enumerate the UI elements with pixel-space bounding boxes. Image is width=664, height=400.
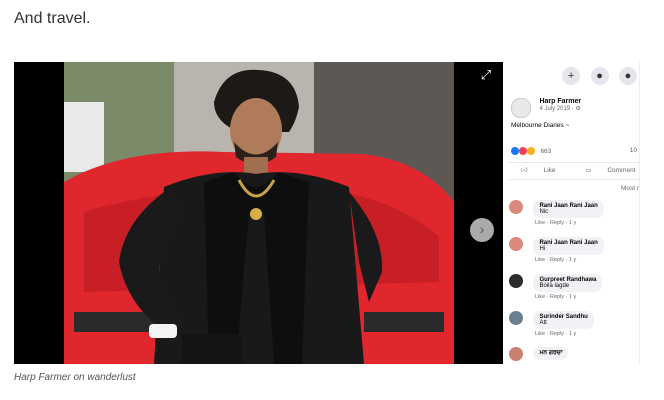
post-author: Harp Farmer 4 July 2019 · ⚙	[511, 98, 581, 118]
expand-icon[interactable]: ⤢	[479, 68, 493, 82]
author-name[interactable]: Harp Farmer	[539, 98, 581, 105]
comment-item: ਮਨ ਗਰਚਾ	[509, 347, 569, 364]
author-text: Harp Farmer 4 July 2019 · ⚙	[539, 98, 581, 112]
comment-bubble: Rani Jaan Rani Jaan Nic	[533, 200, 604, 218]
intro-text: And travel.	[14, 10, 91, 27]
commenter-avatar[interactable]	[509, 311, 523, 325]
comment-item: Gurpreet Randhawa Boila lagde Like · Rep…	[509, 274, 603, 300]
comment-text: Hi	[539, 246, 546, 252]
divider	[509, 179, 639, 180]
reaction-summary[interactable]: 663	[511, 147, 551, 155]
author-avatar[interactable]	[511, 98, 531, 118]
image-caption: Harp Farmer on wanderlust	[14, 372, 136, 383]
divider	[509, 162, 639, 163]
commenter-avatar[interactable]	[509, 200, 523, 214]
messenger-icon[interactable]: ●	[590, 67, 609, 85]
post-date[interactable]: 4 July 2019 · ⚙	[539, 105, 581, 112]
commenter-avatar[interactable]	[509, 237, 523, 251]
comment-meta[interactable]: Like · Reply · 1 y	[535, 220, 604, 226]
share-count[interactable]: 10	[630, 147, 637, 154]
haha-reaction-icon	[526, 147, 535, 155]
thumbs-up-icon: 👍︎	[521, 167, 530, 174]
like-reaction-icon	[511, 147, 519, 155]
comment-item: Rani Jaan Rani Jaan Hi Like · Reply · 1 …	[509, 237, 604, 263]
facebook-post-panel: + ● ● Harp Farmer 4 July 2019 · ⚙ Melbou…	[503, 62, 640, 364]
comment-bubble: Surinder Sandhu Att	[533, 311, 594, 329]
plus-icon[interactable]: +	[562, 67, 581, 85]
post-text: Melbourne Diaries ~	[511, 122, 570, 129]
comment-bubble: ਮਨ ਗਰਚਾ	[533, 347, 569, 360]
like-button[interactable]: 👍︎ Like	[521, 167, 570, 174]
commenter-avatar[interactable]	[509, 274, 523, 288]
top-icon-bar: + ● ●	[556, 66, 637, 85]
love-reaction-icon	[518, 147, 527, 155]
comment-item: Rani Jaan Rani Jaan Nic Like · Reply · 1…	[509, 200, 604, 226]
comment-meta[interactable]: Like · Reply · 1 y	[535, 294, 602, 300]
comment-bubble: Gurpreet Randhawa Boila lagde	[533, 274, 603, 292]
comment-button[interactable]: ▭ Comment	[585, 167, 639, 174]
post-actions: 👍︎ Like ▭ Comment ↗	[521, 166, 639, 174]
comment-text: Att	[539, 320, 547, 326]
comment-meta[interactable]: Like · Reply · 1 y	[535, 331, 594, 337]
comment-item: Surinder Sandhu Att Like · Reply · 1 y	[509, 311, 594, 337]
notifications-icon[interactable]: ●	[619, 67, 637, 85]
embedded-post-frame: ⤢ › + ● ● Harp Farmer 4 July 2019 · ⚙ Me…	[14, 62, 640, 364]
photo-viewer[interactable]: ⤢ ›	[14, 62, 503, 364]
comment-label: Comment	[607, 167, 636, 174]
comment-text: Nic	[539, 209, 549, 215]
comment-bubble: Rani Jaan Rani Jaan Hi	[533, 237, 604, 255]
commenter-name[interactable]: ਮਨ ਗਰਚਾ	[539, 350, 562, 357]
comment-meta[interactable]: Like · Reply · 1 y	[535, 257, 604, 263]
like-label: Like	[543, 167, 556, 174]
comment-icon: ▭	[585, 167, 594, 174]
reaction-count: 663	[540, 147, 552, 155]
post-photo	[64, 62, 454, 364]
commenter-avatar[interactable]	[509, 347, 523, 361]
chevron-right-icon[interactable]: ›	[470, 218, 494, 242]
comment-sort[interactable]: Most r	[621, 185, 639, 192]
comment-text: Boila lagde	[539, 283, 570, 289]
commenter-name[interactable]: Rani Jaan Rani Jaan	[539, 203, 597, 209]
photo-illustration	[64, 62, 454, 364]
commenter-name[interactable]: Rani Jaan Rani Jaan	[539, 240, 597, 246]
